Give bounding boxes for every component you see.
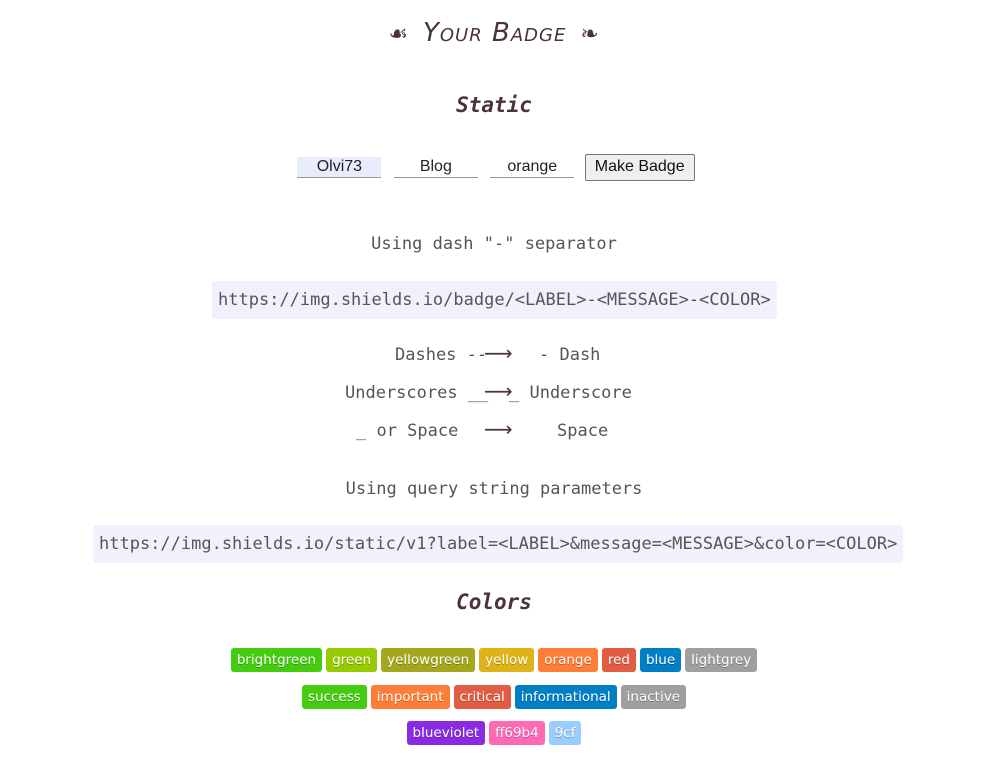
rule-space-to: Space — [557, 421, 609, 441]
rule-space-from: _ or Space — [356, 421, 459, 441]
arrow-right-icon: ⟶ — [484, 341, 513, 365]
page-title: ☙ Your Badge ❧ — [0, 18, 988, 48]
page-title-text: Your Badge — [422, 18, 567, 48]
right-ornament-icon: ❧ — [580, 22, 600, 47]
color-badge-yellowgreen: yellowgreen — [381, 648, 476, 672]
color-badge-informational: informational — [514, 685, 617, 709]
colors-section-title: Colors — [456, 590, 532, 614]
left-ornament-icon: ☙ — [388, 22, 409, 47]
color-badge-green: green — [326, 648, 378, 672]
label-input[interactable] — [297, 157, 382, 178]
rule-dashes-to: - Dash — [539, 345, 601, 365]
color-badge-inactive: inactive — [620, 685, 687, 709]
color-badge-yellow: yellow — [479, 648, 535, 672]
color-badge-orange: orange — [538, 648, 598, 672]
color-badge-lightgrey: lightgrey — [685, 648, 758, 672]
dash-separator-heading: Using dash "-" separator — [371, 234, 617, 254]
query-url-code: https://img.shields.io/static/v1?label=<… — [93, 525, 904, 563]
color-badge-blue: blue — [639, 648, 682, 672]
color-badge-brightgreen: brightgreen — [230, 648, 323, 672]
rule-underscores-from: Underscores __ — [345, 383, 489, 403]
badge-row: success important critical informational ina… — [0, 685, 988, 709]
badge-row: brightgreen green yellowgreen yellow orange r… — [0, 648, 988, 672]
color-badge-critical: critical — [453, 685, 511, 709]
rule-underscores-to: _ Underscore — [509, 383, 632, 403]
color-badge-red: red — [601, 648, 636, 672]
message-input[interactable] — [393, 157, 478, 178]
color-input[interactable] — [490, 157, 575, 178]
color-badge-blueviolet: blueviolet — [406, 721, 486, 745]
color-badge-ff69b4: ff69b4 — [489, 721, 545, 745]
arrow-right-icon: ⟶ — [484, 417, 513, 441]
color-badge-success: success — [301, 685, 367, 709]
color-badge-9cf: 9cf — [548, 721, 582, 745]
query-string-heading: Using query string parameters — [345, 479, 643, 499]
dash-url-code: https://img.shields.io/badge/<LABEL>-<ME… — [212, 281, 777, 319]
color-badge-important: important — [370, 685, 450, 709]
make-badge-button[interactable]: Make Badge — [584, 154, 695, 181]
static-section-title: Static — [456, 93, 532, 117]
badge-form: Make Badge — [0, 154, 988, 181]
badge-row: blueviolet ff69b4 9cf — [0, 721, 988, 745]
rule-dashes-from: Dashes -- — [395, 345, 488, 365]
